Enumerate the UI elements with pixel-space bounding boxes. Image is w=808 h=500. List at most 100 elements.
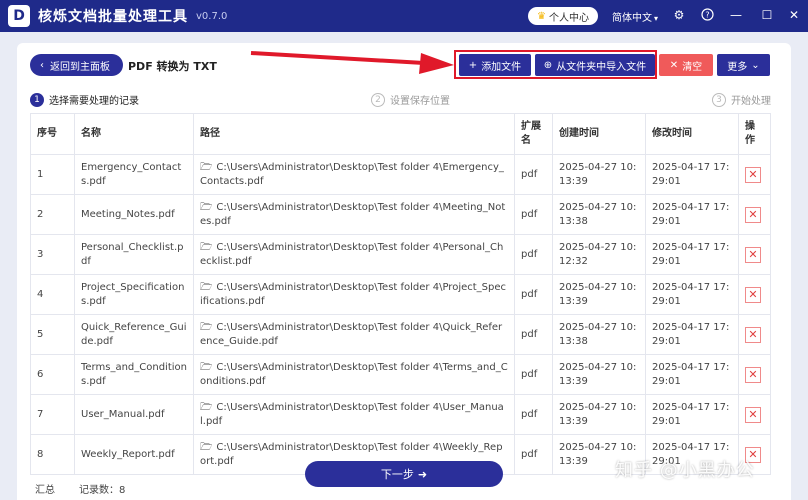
- circle-plus-icon: ⊕: [543, 59, 553, 71]
- step-number: 2: [371, 92, 385, 107]
- settings-gear-icon[interactable]: ⚙: [671, 8, 687, 22]
- cell-created: 2025-04-27 10:12:32: [552, 234, 646, 275]
- plus-icon: +: [468, 59, 478, 71]
- delete-row-button[interactable]: ✕: [745, 166, 761, 183]
- delete-row-button[interactable]: ✕: [745, 206, 761, 223]
- back-label: 返回到主面板: [50, 61, 110, 73]
- back-to-main-button[interactable]: ‹ 返回到主面板: [30, 54, 123, 76]
- folder-icon: 🗁: [200, 401, 213, 413]
- cell-index: 8: [30, 434, 75, 475]
- folder-icon: 🗁: [200, 281, 213, 293]
- cell-modified: 2025-04-17 17:29:01: [645, 354, 739, 395]
- app-title: 核烁文档批量处理工具: [38, 9, 188, 25]
- header-name: 名称: [74, 113, 194, 155]
- table-row[interactable]: 1 Emergency_Contacts.pdf 🗁 C:\Users\Admin…: [30, 154, 771, 195]
- delete-row-button[interactable]: ✕: [745, 286, 761, 303]
- table-row[interactable]: 6 Terms_and_Conditions.pdf 🗁 C:\Users\Adm…: [30, 354, 771, 395]
- cell-name: Project_Specifications.pdf: [74, 274, 194, 315]
- next-step-button[interactable]: 下一步 ➜: [305, 461, 503, 487]
- language-label: 简体中文: [612, 13, 652, 24]
- table-header-row: 序号 名称 路径 扩展名 创建时间 修改时间 操作: [30, 113, 771, 155]
- chevron-left-icon: ‹: [40, 59, 44, 71]
- header-modified: 修改时间: [645, 113, 739, 155]
- cell-created: 2025-04-27 10:13:39: [552, 154, 646, 195]
- language-selector[interactable]: 简体中文 ▾: [612, 9, 658, 24]
- help-icon[interactable]: ?: [699, 8, 715, 24]
- folder-icon: 🗁: [200, 201, 213, 213]
- cell-name: Quick_Reference_Guide.pdf: [74, 314, 194, 355]
- cell-action: ✕: [738, 394, 771, 435]
- title-bar: D 核烁文档批量处理工具 v0.7.0 ♛ 个人中心 简体中文 ▾ ⚙ ? — ☐…: [0, 0, 808, 32]
- table-row[interactable]: 2 Meeting_Notes.pdf 🗁 C:\Users\Administra…: [30, 194, 771, 235]
- add-file-button[interactable]: + 添加文件: [459, 54, 531, 76]
- delete-row-button[interactable]: ✕: [745, 406, 761, 423]
- folder-icon: 🗁: [200, 161, 213, 173]
- chevron-down-icon: ▾: [654, 14, 659, 23]
- cell-index: 5: [30, 314, 75, 355]
- table-row[interactable]: 7 User_Manual.pdf 🗁 C:\Users\Administrato…: [30, 394, 771, 435]
- cell-modified: 2025-04-17 17:29:01: [645, 194, 739, 235]
- step-1: 1 选择需要处理的记录: [30, 92, 139, 107]
- cell-created: 2025-04-27 10:13:38: [552, 314, 646, 355]
- cell-name: User_Manual.pdf: [74, 394, 194, 435]
- path-text: C:\Users\Administrator\Desktop\Test fold…: [200, 241, 504, 267]
- clear-button[interactable]: ✕ 清空: [659, 54, 713, 76]
- import-folder-button[interactable]: ⊕ 从文件夹中导入文件: [535, 54, 655, 76]
- cell-path: 🗁 C:\Users\Administrator\Desktop\Test fol…: [193, 394, 515, 435]
- close-icon[interactable]: ✕: [786, 8, 802, 22]
- cell-action: ✕: [738, 234, 771, 275]
- delete-row-button[interactable]: ✕: [745, 326, 761, 343]
- cell-modified: 2025-04-17 17:29:01: [645, 274, 739, 315]
- user-center-label: 个人中心: [548, 12, 589, 24]
- table-row[interactable]: 3 Personal_Checklist.pdf 🗁 C:\Users\Admin…: [30, 234, 771, 275]
- arrow-right-circle-icon: ➜: [417, 467, 428, 481]
- cell-path: 🗁 C:\Users\Administrator\Desktop\Test fol…: [193, 354, 515, 395]
- delete-row-button[interactable]: ✕: [745, 246, 761, 263]
- cell-name: Emergency_Contacts.pdf: [74, 154, 194, 195]
- record-count: 记录数：8: [79, 485, 126, 496]
- main-panel: ‹ 返回到主面板 PDF 转换为 TXT + 添加文件 ⊕ 从文件夹中导入文件 …: [17, 43, 791, 500]
- folder-icon: 🗁: [200, 361, 213, 373]
- watermark: 知乎 @小黑办公: [615, 460, 755, 481]
- cell-name: Meeting_Notes.pdf: [74, 194, 194, 235]
- more-button[interactable]: 更多 ⌄: [717, 54, 770, 76]
- folder-icon: 🗁: [200, 321, 213, 333]
- cell-path: 🗁 C:\Users\Administrator\Desktop\Test fol…: [193, 274, 515, 315]
- cell-action: ✕: [738, 274, 771, 315]
- cell-ext: pdf: [514, 314, 553, 355]
- path-text: C:\Users\Administrator\Desktop\Test fold…: [200, 401, 504, 427]
- cell-name: Personal_Checklist.pdf: [74, 234, 194, 275]
- cell-created: 2025-04-27 10:13:39: [552, 394, 646, 435]
- minimize-icon[interactable]: —: [728, 8, 744, 22]
- cell-index: 4: [30, 274, 75, 315]
- cell-created: 2025-04-27 10:13:38: [552, 194, 646, 235]
- summary-label: 汇总: [35, 485, 55, 496]
- page-title: PDF 转换为 TXT: [128, 60, 217, 73]
- cell-index: 2: [30, 194, 75, 235]
- folder-icon: 🗁: [200, 441, 213, 453]
- user-center-button[interactable]: ♛ 个人中心: [528, 7, 598, 25]
- cell-action: ✕: [738, 194, 771, 235]
- cell-name: Weekly_Report.pdf: [74, 434, 194, 475]
- step-label: 开始处理: [731, 96, 771, 107]
- cell-ext: pdf: [514, 274, 553, 315]
- cell-ext: pdf: [514, 354, 553, 395]
- delete-row-button[interactable]: ✕: [745, 366, 761, 383]
- header-ext: 扩展名: [514, 113, 553, 155]
- cell-name: Terms_and_Conditions.pdf: [74, 354, 194, 395]
- step-number: 1: [30, 92, 44, 107]
- cell-modified: 2025-04-17 17:29:01: [645, 394, 739, 435]
- maximize-icon[interactable]: ☐: [759, 8, 775, 22]
- cell-ext: pdf: [514, 234, 553, 275]
- cell-ext: pdf: [514, 154, 553, 195]
- table-row[interactable]: 4 Project_Specifications.pdf 🗁 C:\Users\A…: [30, 274, 771, 315]
- app-version: v0.7.0: [196, 10, 228, 22]
- cell-modified: 2025-04-17 17:29:01: [645, 234, 739, 275]
- table-row[interactable]: 5 Quick_Reference_Guide.pdf 🗁 C:\Users\Ad…: [30, 314, 771, 355]
- cell-path: 🗁 C:\Users\Administrator\Desktop\Test fol…: [193, 234, 515, 275]
- cell-action: ✕: [738, 154, 771, 195]
- path-text: C:\Users\Administrator\Desktop\Test fold…: [200, 281, 507, 307]
- cell-created: 2025-04-27 10:13:39: [552, 354, 646, 395]
- x-icon: ✕: [669, 59, 679, 71]
- cell-path: 🗁 C:\Users\Administrator\Desktop\Test fol…: [193, 154, 515, 195]
